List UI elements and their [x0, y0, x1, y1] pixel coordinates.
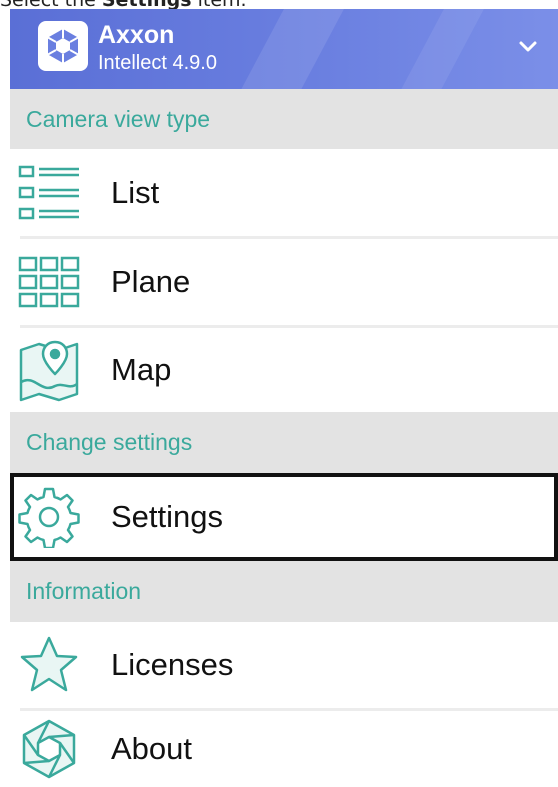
menu-item-licenses[interactable]: Licenses: [10, 622, 558, 708]
menu-item-licenses-label: Licenses: [111, 647, 234, 682]
section-change-settings: Change settings: [10, 412, 558, 473]
app-header: Axxon Intellect 4.9.0: [10, 9, 558, 89]
brand-name: Axxon: [98, 21, 175, 49]
grid-view-icon: [16, 249, 82, 315]
star-icon: [16, 632, 82, 698]
menu-item-plane-label: Plane: [111, 264, 191, 299]
chevron-down-icon[interactable]: [516, 35, 540, 59]
list-view-icon: [16, 160, 82, 226]
menu-item-about-label: About: [111, 731, 193, 766]
section-camera-view-type: Camera view type: [10, 89, 558, 149]
axxon-logo-icon: [38, 21, 88, 71]
map-pin-icon: [16, 337, 82, 403]
menu-item-settings[interactable]: Settings: [10, 473, 558, 561]
menu-item-map-label: Map: [111, 352, 172, 387]
hexagon-logo-icon: [16, 716, 82, 782]
menu-item-map[interactable]: Map: [10, 328, 558, 412]
menu-item-list-label: List: [111, 175, 160, 210]
menu-item-about[interactable]: About: [10, 711, 558, 787]
menu-item-plane[interactable]: Plane: [10, 239, 558, 325]
menu-item-list[interactable]: List: [10, 149, 558, 237]
menu-item-settings-label: Settings: [111, 499, 224, 534]
section-information: Information: [10, 561, 558, 622]
gear-icon: [16, 484, 82, 550]
brand-version: Intellect 4.9.0: [98, 52, 217, 74]
